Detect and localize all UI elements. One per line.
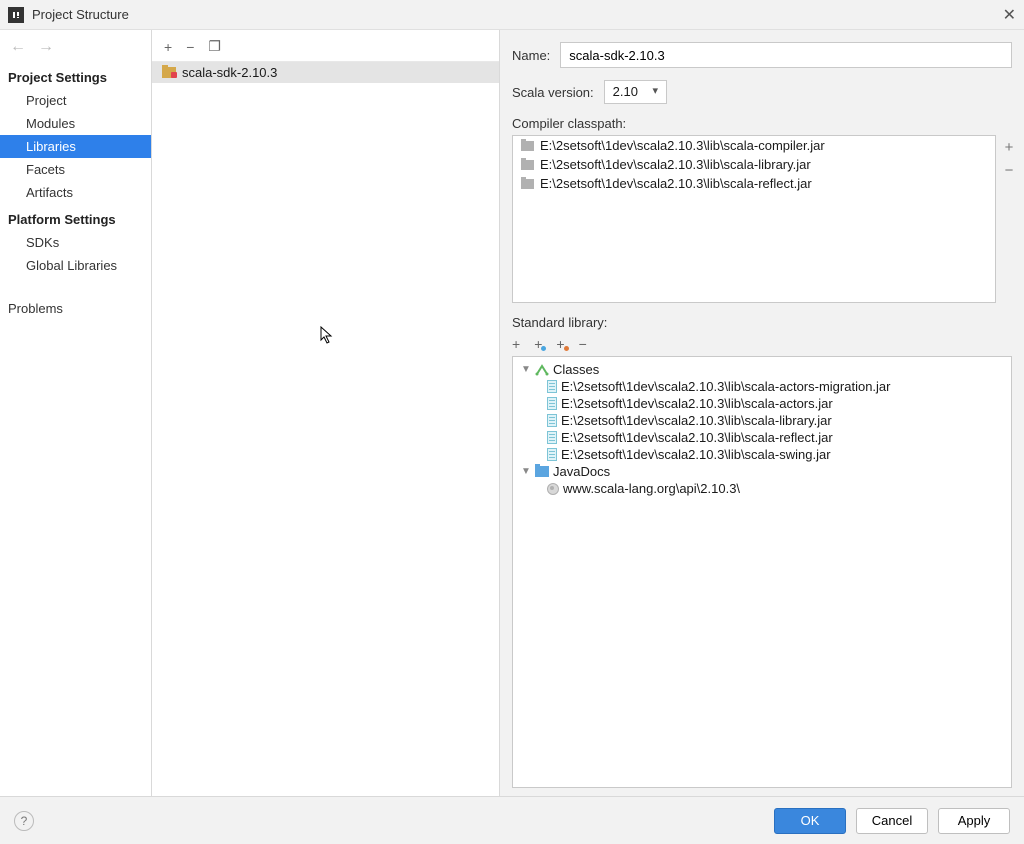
- jar-icon: [547, 397, 557, 410]
- sidebar-item-problems[interactable]: Problems: [0, 297, 151, 320]
- sidebar-item-sdks[interactable]: SDKs: [0, 231, 151, 254]
- remove-classpath-icon[interactable]: −: [1005, 162, 1014, 179]
- window-title: Project Structure: [32, 7, 992, 22]
- jar-icon: [547, 414, 557, 427]
- sidebar-item-project[interactable]: Project: [0, 89, 151, 112]
- scala-version-label: Scala version:: [512, 85, 594, 100]
- jar-icon: [547, 448, 557, 461]
- classes-icon: [535, 364, 549, 376]
- tree-leaf[interactable]: E:\2setsoft\1dev\scala2.10.3\lib\scala-a…: [513, 378, 1011, 395]
- sidebar-heading-platform: Platform Settings: [0, 204, 151, 231]
- copy-library-icon[interactable]: ❐: [208, 38, 221, 55]
- app-icon: [8, 7, 24, 23]
- jar-icon: [547, 431, 557, 444]
- jar-icon: [547, 380, 557, 393]
- remove-root-icon[interactable]: −: [579, 336, 587, 352]
- titlebar: Project Structure ✕: [0, 0, 1024, 30]
- sidebar: ← → Project Settings Project Modules Lib…: [0, 30, 152, 796]
- classes-label: Classes: [553, 362, 599, 377]
- sidebar-item-modules[interactable]: Modules: [0, 112, 151, 135]
- folder-icon: [521, 179, 534, 189]
- library-name: scala-sdk-2.10.3: [182, 65, 277, 80]
- add-library-icon[interactable]: +: [164, 39, 172, 55]
- tree-leaf[interactable]: E:\2setsoft\1dev\scala2.10.3\lib\scala-r…: [513, 429, 1011, 446]
- standard-library-tree[interactable]: ▼ Classes E:\2setsoft\1dev\scala2.10.3\l…: [512, 356, 1012, 788]
- expand-arrow-icon[interactable]: ▼: [521, 364, 531, 375]
- details-panel: Name: Scala version: 2.10 Compiler class…: [500, 30, 1024, 796]
- sidebar-item-libraries[interactable]: Libraries: [0, 135, 151, 158]
- sidebar-item-facets[interactable]: Facets: [0, 158, 151, 181]
- classpath-entry[interactable]: E:\2setsoft\1dev\scala2.10.3\lib\scala-c…: [513, 136, 995, 155]
- javadocs-folder-icon: [535, 466, 549, 477]
- name-input[interactable]: [560, 42, 1012, 68]
- tree-node-javadocs[interactable]: ▼ JavaDocs: [513, 463, 1011, 480]
- name-label: Name:: [512, 48, 550, 63]
- ok-button[interactable]: OK: [774, 808, 846, 834]
- cancel-button[interactable]: Cancel: [856, 808, 928, 834]
- remove-library-icon[interactable]: −: [186, 39, 194, 55]
- apply-button[interactable]: Apply: [938, 808, 1010, 834]
- scala-version-select[interactable]: 2.10: [604, 80, 667, 104]
- nav-forward-icon[interactable]: →: [38, 38, 54, 56]
- dialog-footer: ? OK Cancel Apply: [0, 796, 1024, 844]
- tree-leaf[interactable]: E:\2setsoft\1dev\scala2.10.3\lib\scala-a…: [513, 395, 1011, 412]
- nav-back-icon[interactable]: ←: [10, 38, 26, 56]
- classpath-entry[interactable]: E:\2setsoft\1dev\scala2.10.3\lib\scala-l…: [513, 155, 995, 174]
- classpath-entry[interactable]: E:\2setsoft\1dev\scala2.10.3\lib\scala-r…: [513, 174, 995, 193]
- tree-leaf[interactable]: www.scala-lang.org\api\2.10.3\: [513, 480, 1011, 497]
- add-special-root-icon[interactable]: +: [556, 336, 564, 352]
- add-url-root-icon[interactable]: +: [534, 336, 542, 352]
- sidebar-heading-project: Project Settings: [0, 62, 151, 89]
- library-list-item[interactable]: scala-sdk-2.10.3: [152, 62, 499, 83]
- compiler-classpath-list[interactable]: E:\2setsoft\1dev\scala2.10.3\lib\scala-c…: [512, 135, 996, 303]
- library-list-panel: + − ❐ scala-sdk-2.10.3: [152, 30, 500, 796]
- help-icon[interactable]: ?: [14, 811, 34, 831]
- scala-folder-icon: [162, 67, 176, 78]
- add-classpath-icon[interactable]: +: [1005, 139, 1014, 156]
- sidebar-item-artifacts[interactable]: Artifacts: [0, 181, 151, 204]
- tree-node-classes[interactable]: ▼ Classes: [513, 361, 1011, 378]
- compiler-classpath-label: Compiler classpath:: [500, 104, 1024, 135]
- standard-library-label: Standard library:: [500, 303, 1024, 334]
- tree-leaf[interactable]: E:\2setsoft\1dev\scala2.10.3\lib\scala-s…: [513, 446, 1011, 463]
- expand-arrow-icon[interactable]: ▼: [521, 466, 531, 477]
- folder-icon: [521, 141, 534, 151]
- tree-leaf[interactable]: E:\2setsoft\1dev\scala2.10.3\lib\scala-l…: [513, 412, 1011, 429]
- folder-icon: [521, 160, 534, 170]
- javadocs-label: JavaDocs: [553, 464, 610, 479]
- globe-icon: [547, 483, 559, 495]
- add-root-icon[interactable]: +: [512, 336, 520, 352]
- cursor-icon: [320, 326, 336, 349]
- close-icon[interactable]: ✕: [992, 5, 1016, 25]
- sidebar-item-global-libraries[interactable]: Global Libraries: [0, 254, 151, 277]
- scala-version-value: 2.10: [613, 84, 638, 99]
